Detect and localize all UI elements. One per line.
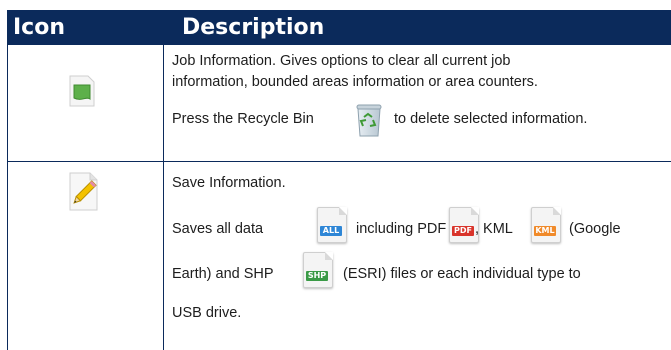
row1-text-line3-before: Press the Recycle Bin [172, 111, 314, 127]
row2-text-line2d: (Google [569, 221, 621, 237]
icon-description-table: Icon Description Job Information. Gives … [0, 0, 671, 350]
row1-text-line3-after: to delete selected information. [394, 111, 588, 127]
row2-text-line1: Save Information. [172, 175, 286, 191]
header-description-cell: Description [170, 10, 671, 44]
header-icon-cell: Icon [7, 10, 160, 44]
row2-text-line2a: Saves all data [172, 221, 264, 237]
header-icon-label: Icon [13, 14, 66, 40]
row2-text-line3b: (ESRI) files or each individual type to [343, 266, 581, 282]
header-bottom-border [7, 44, 671, 45]
table-border-left [7, 44, 8, 350]
row2-text-line4: USB drive. [172, 305, 242, 321]
kml-file-icon: KML [531, 207, 561, 243]
kml-tag-label: KML [534, 226, 556, 236]
save-info-icon [67, 171, 101, 213]
all-tag-label: ALL [320, 226, 342, 236]
all-file-icon: ALL [317, 207, 347, 243]
table-header: Icon Description [7, 10, 671, 44]
table-column-divider [163, 44, 164, 350]
shp-file-icon: SHP [303, 252, 333, 288]
row1-text-line1: Job Information. Gives options to clear … [172, 53, 511, 69]
shp-tag-label: SHP [306, 271, 328, 281]
row-divider [7, 161, 671, 162]
header-description-label: Description [182, 14, 325, 40]
recycle-bin-icon[interactable] [351, 101, 387, 139]
row1-text-line2: information, bounded areas information o… [172, 74, 538, 90]
row2-text-line2c: , KML [475, 221, 513, 237]
job-info-icon [67, 74, 97, 108]
pdf-tag-label: PDF [452, 226, 474, 236]
row2-text-line2b: including PDF [356, 221, 447, 237]
row2-text-line3a: Earth) and SHP [172, 266, 274, 282]
